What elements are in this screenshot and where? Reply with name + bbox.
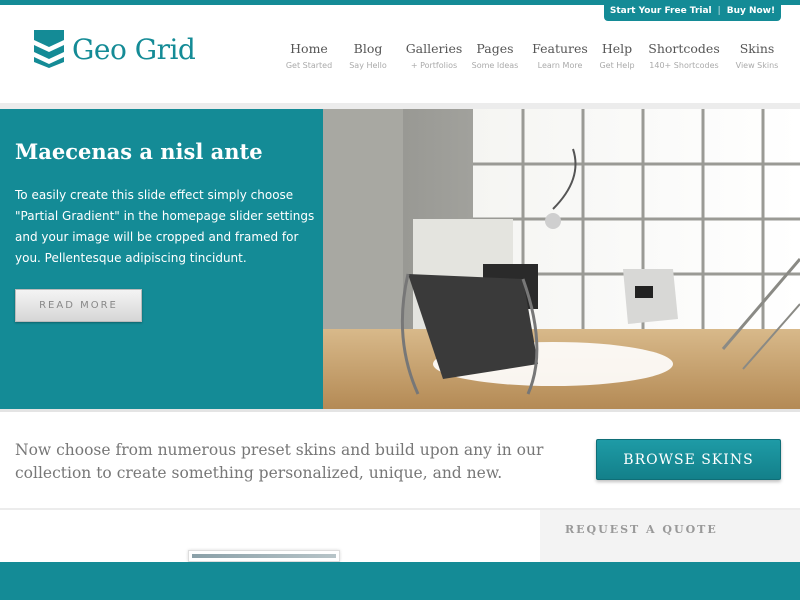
bottom-accent-bar: [0, 562, 800, 600]
nav-item-label: Shortcodes: [648, 41, 720, 56]
promo-text: Now choose from numerous preset skins an…: [15, 441, 544, 482]
nav-item-sublabel: View Skins: [735, 61, 779, 70]
nav-item-sublabel: + Portfolios: [410, 61, 458, 70]
slide-title: Maecenas a nisl ante: [15, 139, 263, 164]
nav-item-sublabel: Get Help: [599, 61, 635, 70]
nav-item-label: Home: [290, 41, 328, 56]
nav-item-sublabel: Learn More: [537, 61, 583, 70]
nav-item-help[interactable]: Help Get Help: [599, 41, 634, 70]
slide-caption-panel: Maecenas a nisl ante To easily create th…: [0, 109, 323, 409]
slide-image: [323, 109, 800, 409]
thumbnail-image: [192, 554, 336, 558]
content-thumbnail[interactable]: [188, 550, 340, 562]
interior-photo-icon: [323, 109, 800, 409]
homepage-slider: Maecenas a nisl ante To easily create th…: [0, 109, 800, 409]
nav-item-blog[interactable]: Blog Say Hello: [349, 41, 387, 70]
nav-item-label: Blog: [353, 41, 383, 56]
slide-text: To easily create this slide effect simpl…: [15, 188, 315, 265]
nav-item-label: Galleries: [405, 41, 463, 56]
read-more-button[interactable]: READ MORE: [15, 289, 142, 322]
nav-item-shortcodes[interactable]: Shortcodes 140+ Shortcodes: [648, 41, 719, 70]
nav-item-pages[interactable]: Pages Some Ideas: [472, 41, 519, 70]
top-links-tab: Start Your Free Trial | Buy Now!: [604, 0, 781, 21]
nav-item-label: Skins: [739, 41, 775, 56]
request-quote-heading: REQUEST A QUOTE: [565, 523, 718, 536]
content-area: REQUEST A QUOTE: [0, 510, 800, 562]
nav-item-label: Help: [601, 41, 633, 56]
nav-item-sublabel: 140+ Shortcodes: [649, 61, 719, 70]
nav-item-label: Features: [532, 41, 588, 56]
sidebar: REQUEST A QUOTE: [540, 510, 800, 562]
nav-item-sublabel: Some Ideas: [471, 61, 519, 70]
buy-now-link[interactable]: Buy Now!: [727, 6, 775, 16]
browse-skins-button[interactable]: BROWSE SKINS: [596, 439, 781, 480]
nav-item-home[interactable]: Home Get Started: [286, 41, 332, 70]
nav-item-label: Pages: [476, 41, 514, 56]
nav-item-skins[interactable]: Skins View Skins: [736, 41, 779, 70]
main-nav: Home Get Started Blog Say Hello Gallerie…: [0, 41, 800, 81]
top-links-separator: |: [717, 5, 721, 16]
free-trial-link[interactable]: Start Your Free Trial: [610, 6, 712, 16]
nav-item-sublabel: Say Hello: [349, 61, 387, 70]
nav-item-galleries[interactable]: Galleries + Portfolios: [406, 41, 463, 70]
nav-item-features[interactable]: Features Learn More: [532, 41, 588, 70]
nav-item-sublabel: Get Started: [285, 61, 333, 70]
promo-band: Now choose from numerous preset skins an…: [0, 412, 800, 509]
